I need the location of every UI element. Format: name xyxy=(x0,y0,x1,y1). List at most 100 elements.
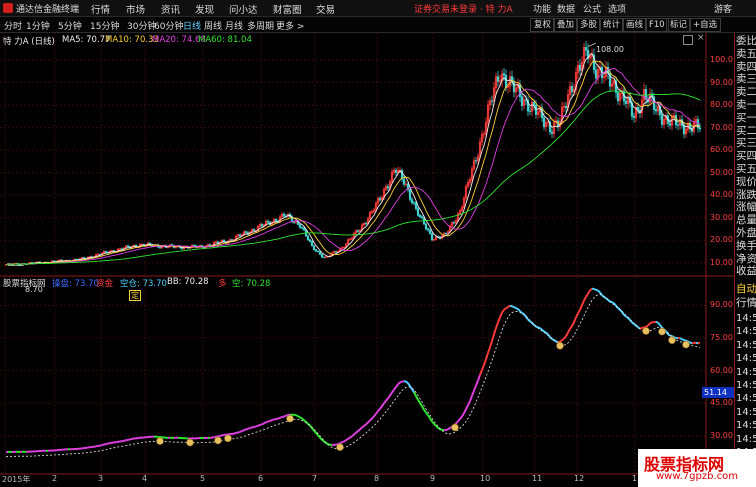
indicator-segment xyxy=(395,383,399,388)
candle-body xyxy=(676,124,680,126)
candle-body xyxy=(282,213,286,217)
candle-body xyxy=(490,100,494,102)
quote-field-label: 总量 xyxy=(736,214,756,227)
indicator-segment xyxy=(593,288,597,291)
multi-stock-button[interactable]: 多股 xyxy=(576,18,602,32)
indicator-segment xyxy=(511,305,515,309)
candle-body xyxy=(252,229,256,232)
period-timeshare[interactable]: 分时 xyxy=(4,19,22,32)
indicator-segment xyxy=(647,322,651,327)
indicator-segment xyxy=(655,321,659,324)
indicator-segment xyxy=(265,420,269,424)
overlay-button[interactable]: 叠加 xyxy=(553,18,579,32)
period-monthly[interactable]: 月线 xyxy=(225,19,243,32)
indicator-segment xyxy=(397,381,401,386)
indicator-segment xyxy=(467,400,471,406)
candle-body xyxy=(82,257,86,259)
indicator-segment xyxy=(271,418,275,422)
menu-formula[interactable]: 公式 xyxy=(583,2,601,15)
quote-field-label: 买五 xyxy=(736,163,756,175)
login-warning[interactable]: 证券交易未登录 · 特 力A xyxy=(414,2,513,15)
adjust-button[interactable]: 复权 xyxy=(530,18,556,32)
quote-field-label: 卖三 xyxy=(736,73,756,86)
add-watchlist-button[interactable]: +自选 xyxy=(689,18,722,32)
candle-body xyxy=(428,229,432,234)
menu-market[interactable]: 行情 xyxy=(91,2,110,16)
indicator-segment xyxy=(465,404,469,410)
candle-body xyxy=(564,105,568,109)
indicator-label: 空仓: 73.70 xyxy=(120,279,167,289)
indicator-segment xyxy=(391,389,395,394)
indicator-segment xyxy=(233,432,237,435)
menu-trade[interactable]: 交易 xyxy=(316,2,335,16)
indicator-segment xyxy=(359,426,363,431)
money-bag-icon xyxy=(642,327,650,335)
indicator-segment xyxy=(365,421,369,426)
menu-function[interactable]: 功能 xyxy=(533,2,551,15)
candle-body xyxy=(322,256,326,259)
indicator-segment xyxy=(253,425,257,429)
candle-body xyxy=(444,232,448,235)
high-annotation: 108.00 xyxy=(596,45,624,54)
guest-label[interactable]: 游客 xyxy=(714,2,732,15)
trade-time: 14:56 xyxy=(736,353,756,365)
indicator-segment xyxy=(415,395,419,401)
indicator-segment xyxy=(563,335,567,340)
indicator-segment xyxy=(535,325,539,329)
price-tick: 80.00 xyxy=(710,100,733,110)
trade-time: 14:56 xyxy=(736,420,756,432)
menu-markets[interactable]: 市场 xyxy=(126,2,145,16)
time-tick: 2 xyxy=(52,474,58,483)
side-tab-quote[interactable]: 行情 xyxy=(736,297,756,309)
indicator-segment xyxy=(469,395,473,402)
indicator-segment xyxy=(575,312,579,318)
menu-wealth[interactable]: 财富圈 xyxy=(273,2,302,16)
menu-data[interactable]: 数据 xyxy=(557,2,575,15)
indicator-segment xyxy=(567,328,571,333)
candle-body xyxy=(230,239,234,241)
candle-body xyxy=(320,254,324,258)
indicator-segment xyxy=(477,374,481,381)
period-15min[interactable]: 15分钟 xyxy=(90,19,119,32)
indicator-segment xyxy=(245,427,249,431)
indicator-segment xyxy=(579,304,583,311)
side-tab-auto[interactable]: 自动 xyxy=(736,283,756,295)
candle-body xyxy=(496,76,500,82)
indicator-segment xyxy=(597,289,601,294)
period-1min[interactable]: 1分钟 xyxy=(26,19,50,32)
candle-body xyxy=(654,109,658,112)
menu-ask[interactable]: 问小达 xyxy=(229,2,258,16)
indicator-segment xyxy=(377,408,381,412)
period-5min[interactable]: 5分钟 xyxy=(58,19,82,32)
indicator-label: 操盘: 73.70 xyxy=(52,279,99,289)
chart-canvas[interactable] xyxy=(0,33,734,487)
time-tick: 1 xyxy=(632,474,638,483)
menu-options[interactable]: 选项 xyxy=(608,2,626,15)
period-more[interactable]: 更多 > xyxy=(276,19,304,32)
menu-news[interactable]: 资讯 xyxy=(161,2,180,16)
period-multi[interactable]: 多周期 xyxy=(247,19,274,32)
indicator-name[interactable]: 股票指标网 xyxy=(3,277,46,289)
period-60min[interactable]: 60分钟 xyxy=(154,19,183,32)
indicator-segment xyxy=(259,423,263,426)
quote-field-label: 买三 xyxy=(736,137,756,150)
indicator-segment xyxy=(445,428,449,432)
period-weekly[interactable]: 周线 xyxy=(204,19,222,32)
indicator-segment xyxy=(107,442,111,445)
indicator-segment xyxy=(249,426,253,430)
indicator-segment xyxy=(483,358,487,366)
indicator-segment xyxy=(457,418,461,422)
indicator-segment xyxy=(589,287,593,292)
candle-body xyxy=(120,248,124,250)
stats-button[interactable]: 统计 xyxy=(599,18,625,32)
candle-body xyxy=(474,160,478,162)
trade-time: 14:56 xyxy=(736,326,756,338)
mark-button[interactable]: 标记 xyxy=(666,18,692,32)
quote-field-label: 卖二 xyxy=(736,86,756,99)
money-bag-icon xyxy=(286,414,294,423)
menu-discover[interactable]: 发现 xyxy=(195,2,214,16)
draw-button[interactable]: 画线 xyxy=(622,18,648,32)
period-daily[interactable]: 日线 xyxy=(183,19,201,32)
period-30min[interactable]: 30分钟 xyxy=(127,19,156,32)
indicator-tick: 45.00 xyxy=(710,398,733,408)
